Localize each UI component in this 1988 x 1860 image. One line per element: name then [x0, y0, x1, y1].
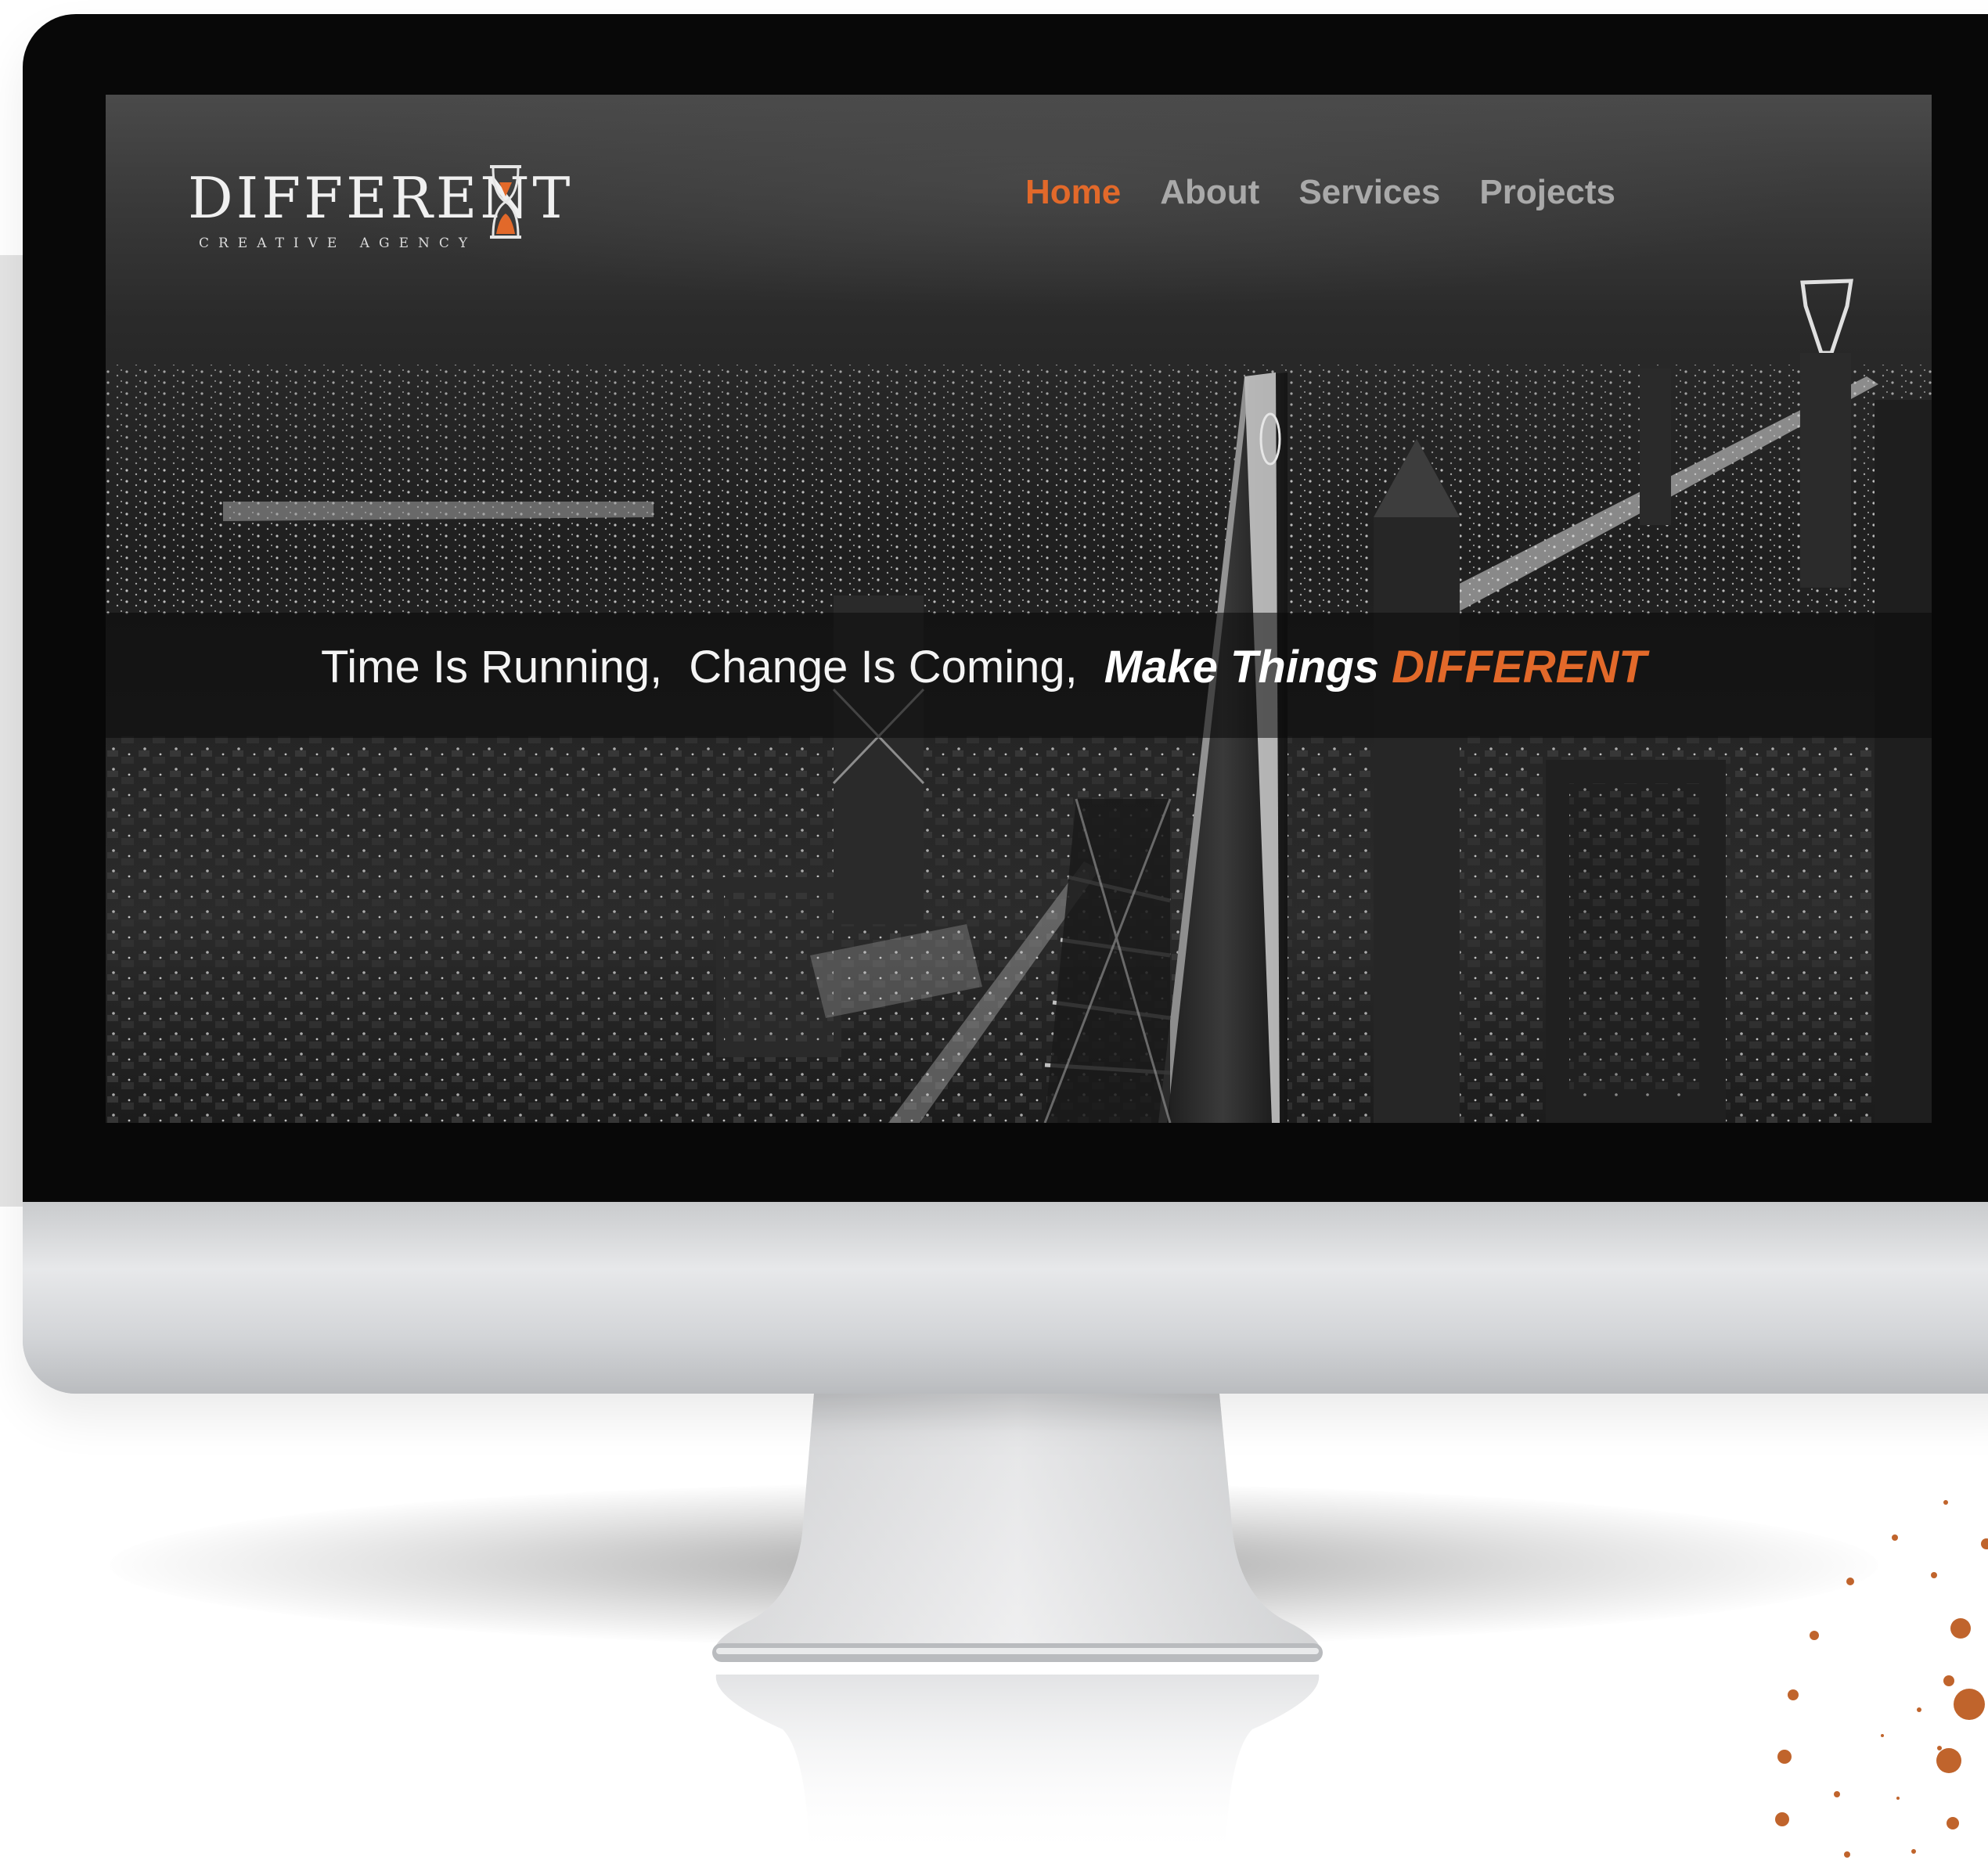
monitor-chin	[23, 1202, 1988, 1394]
nav-item-about[interactable]: About	[1160, 173, 1259, 212]
website-screen: DIFFERENT CREATIVE AGENCY Home About Ser…	[106, 95, 1932, 1123]
hourglass-icon	[490, 165, 521, 239]
tagline-part-3: Make Things	[1104, 642, 1380, 693]
nav-item-projects[interactable]: Projects	[1479, 173, 1615, 212]
decorative-dots	[1775, 1500, 1988, 1858]
main-navigation: Home About Services Projects	[1025, 173, 1615, 212]
tagline-part-2: Change Is Coming,	[689, 642, 1078, 693]
nav-item-services[interactable]: Services	[1298, 173, 1440, 212]
logo-subtitle: CREATIVE AGENCY	[199, 236, 477, 251]
hero-tagline: Time Is Running, Change Is Coming, Make Th…	[321, 641, 1647, 693]
tagline-accent: DIFFERENT	[1392, 642, 1647, 693]
nav-item-home[interactable]: Home	[1025, 173, 1121, 212]
tagline-part-1: Time Is Running,	[321, 642, 663, 693]
brand-logo[interactable]: DIFFERENT CREATIVE AGENCY	[188, 156, 570, 265]
